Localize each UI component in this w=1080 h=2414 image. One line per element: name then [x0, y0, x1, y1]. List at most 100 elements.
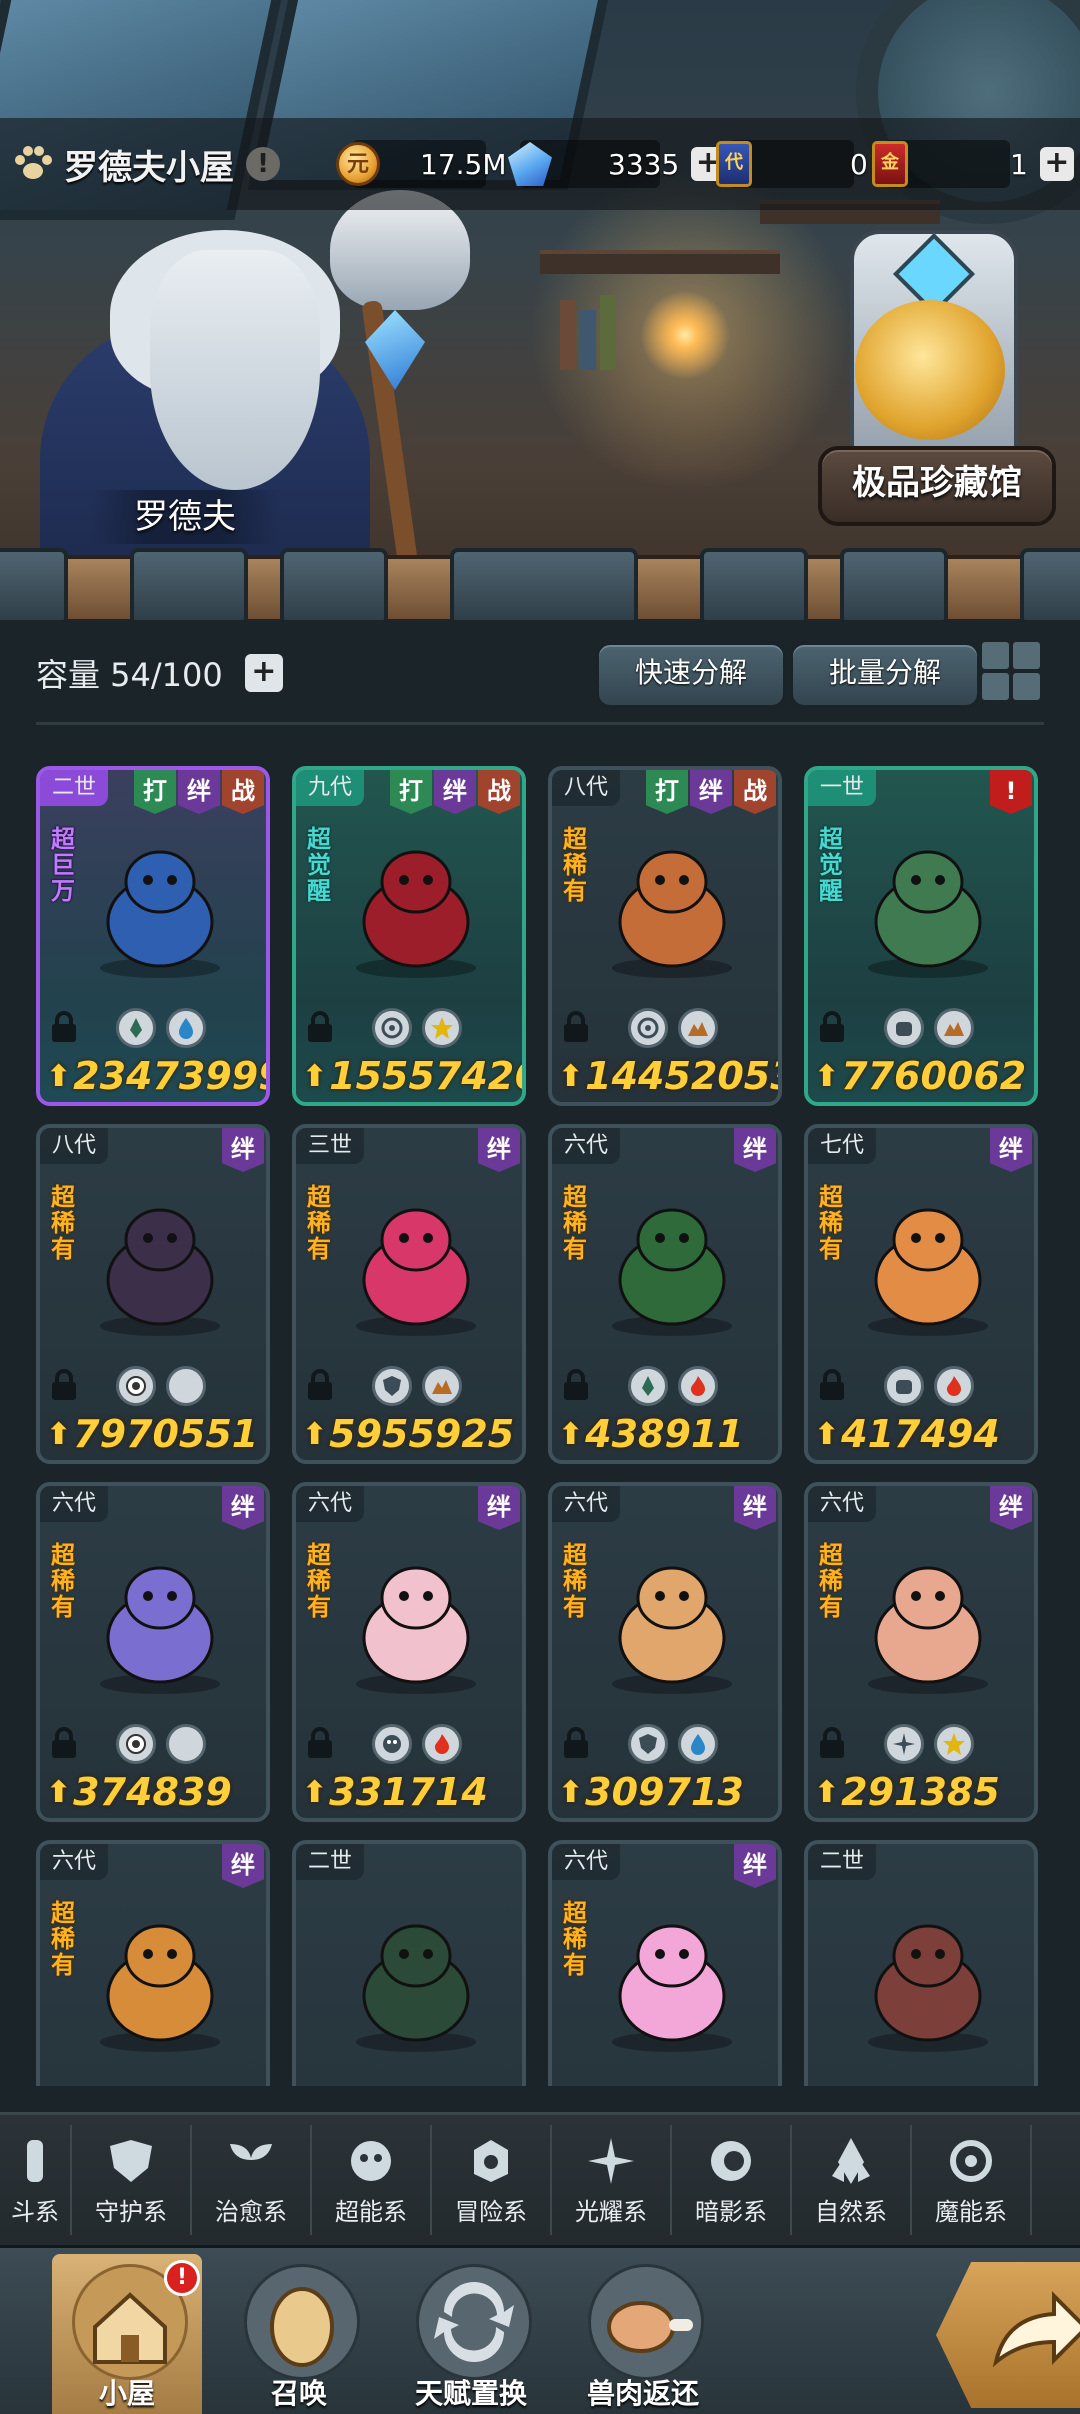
info-icon[interactable]: ! [246, 147, 280, 181]
blue-ticket-icon: 代 [716, 141, 752, 187]
lock-icon[interactable] [562, 1368, 590, 1402]
filter-item[interactable]: 超能系 [312, 2125, 432, 2235]
lock-icon[interactable] [818, 1368, 846, 1402]
pet-portrait [80, 1188, 240, 1338]
pet-card[interactable]: 九代打绊战超觉醒 ⬆ 15557426 [292, 766, 526, 1106]
rail-block [450, 548, 638, 620]
notification-badge: ! [164, 2260, 200, 2296]
pet-portrait [80, 830, 240, 980]
vault-button[interactable]: 极品珍藏馆 [818, 446, 1056, 526]
pet-power: ⬆ 291385 [814, 1770, 1000, 1814]
pet-card[interactable]: 六代 绊超稀有 ⬆ 438911 [548, 1124, 782, 1464]
earth-icon [678, 1008, 718, 1048]
pet-card[interactable]: 三世 绊超稀有 ⬆ 5955925 [292, 1124, 526, 1464]
power-value: 23473999 [73, 1054, 270, 1098]
pet-card[interactable]: 二世打绊战超巨万 ⬆ 23473999 [36, 766, 270, 1106]
pet-rarity: 超稀有 [51, 1541, 75, 1621]
blue-ticket-counter: 代 0 [716, 138, 868, 190]
eye-icon [116, 1366, 156, 1406]
lock-icon[interactable] [306, 1368, 334, 1402]
add-gold-ticket-button[interactable]: + [1039, 147, 1074, 181]
filter-item[interactable]: 魔能系 [912, 2125, 1032, 2235]
lock-icon[interactable] [818, 1726, 846, 1760]
quick-decompose-button[interactable]: 快速分解 [596, 642, 786, 708]
shadow-icon [701, 2134, 761, 2188]
grid-cell [982, 642, 1009, 669]
filter-item[interactable]: 光耀系 [552, 2125, 672, 2235]
lock-icon[interactable] [306, 1010, 334, 1044]
power-icon: ⬆ [558, 1058, 584, 1094]
lock-icon[interactable] [562, 1726, 590, 1760]
batch-decompose-button[interactable]: 批量分解 [790, 642, 980, 708]
house-title[interactable]: 罗德夫小屋 ! [10, 136, 280, 192]
pet-tag: 绊 [734, 1486, 776, 1530]
filter-item[interactable]: 暗影系 [672, 2125, 792, 2235]
filter-item[interactable]: 斗系 [0, 2125, 72, 2235]
divider [36, 722, 1044, 725]
pet-tag: 战 [478, 770, 520, 814]
power-value: 5955925 [329, 1412, 515, 1456]
star-icon [934, 1724, 974, 1764]
power-value: 291385 [841, 1770, 1000, 1814]
pet-tags: 绊 [734, 1844, 776, 1888]
lock-icon[interactable] [562, 1010, 590, 1044]
pet-power: ⬆ 374839 [46, 1770, 232, 1814]
pet-tags: 打绊战 [646, 770, 776, 814]
filter-item[interactable]: 守护系 [72, 2125, 192, 2235]
rail-block [700, 548, 808, 620]
lock-icon[interactable] [306, 1726, 334, 1760]
lock-icon[interactable] [818, 1010, 846, 1044]
pet-card[interactable]: 六代 绊超稀有 ⬆ 309713 [548, 1482, 782, 1822]
capacity-display: 容量 54/100 + [36, 650, 283, 696]
grid-view-toggle[interactable] [982, 642, 1040, 700]
nav-item[interactable]: 天赋置换 [396, 2254, 546, 2414]
expand-capacity-button[interactable]: + [244, 654, 283, 692]
gold-coin-icon: 元 [336, 142, 380, 186]
pet-tag: 打 [390, 770, 432, 814]
lock-icon[interactable] [50, 1010, 78, 1044]
pet-power: ⬆ 7760062 [814, 1054, 1026, 1098]
pet-card[interactable]: 二世 [804, 1840, 1038, 2086]
pet-card[interactable]: 一世! 超觉醒 ⬆ 7760062 [804, 766, 1038, 1106]
filter-item[interactable]: 治愈系 [192, 2125, 312, 2235]
crystal-counter: 3335 + [508, 138, 726, 190]
gold-counter: 元 17.5M [336, 138, 507, 190]
psychic-icon [372, 1724, 412, 1764]
pet-tag: 打 [134, 770, 176, 814]
nav-item[interactable]: 兽肉返还 [568, 2254, 718, 2414]
pet-portrait [336, 1904, 496, 2054]
nav-item[interactable]: 召唤 [224, 2254, 374, 2414]
npc-name[interactable]: 罗德夫 [90, 490, 280, 544]
filter-item[interactable]: 冒险系 [432, 2125, 552, 2235]
pet-card[interactable]: 七代 绊超稀有 ⬆ 417494 [804, 1124, 1038, 1464]
filter-item[interactable]: 自然系 [792, 2125, 912, 2235]
pet-card[interactable]: 八代 绊超稀有 ⬆ 7970551 [36, 1124, 270, 1464]
pet-generation: 六代 [296, 1486, 365, 1522]
pet-card[interactable]: 六代 绊超稀有 ⬆ 291385 [804, 1482, 1038, 1822]
pet-card[interactable]: 六代 绊超稀有 ⬆ 374839 [36, 1482, 270, 1822]
pet-rarity: 超觉醒 [307, 825, 331, 905]
pet-generation: 六代 [40, 1844, 109, 1880]
pet-power: ⬆ 15557426 [302, 1054, 526, 1098]
nav-item[interactable]: 小屋! [52, 2254, 202, 2414]
adventure-icon [461, 2134, 521, 2188]
power-value: 15557426 [329, 1054, 526, 1098]
lock-icon[interactable] [50, 1726, 78, 1760]
pet-rarity: 超稀有 [307, 1183, 331, 1263]
pet-generation: 七代 [808, 1128, 877, 1164]
pet-portrait [592, 1904, 752, 2054]
house-name: 罗德夫小屋 [64, 147, 234, 188]
golden-statue [855, 300, 1005, 440]
pet-portrait [336, 1546, 496, 1696]
pet-portrait [848, 830, 1008, 980]
pet-tag: 绊 [222, 1486, 264, 1530]
pet-card[interactable]: 二世 [292, 1840, 526, 2086]
pet-tag: 绊 [990, 1128, 1032, 1172]
meat-icon [588, 2264, 704, 2380]
pet-card[interactable]: 六代 绊超稀有 [36, 1840, 270, 2086]
pet-card[interactable]: 六代 绊超稀有 [548, 1840, 782, 2086]
earth-icon [934, 1008, 974, 1048]
pet-card[interactable]: 六代 绊超稀有 ⬆ 331714 [292, 1482, 526, 1822]
pet-card[interactable]: 八代打绊战超稀有 ⬆ 14452053 [548, 766, 782, 1106]
lock-icon[interactable] [50, 1368, 78, 1402]
